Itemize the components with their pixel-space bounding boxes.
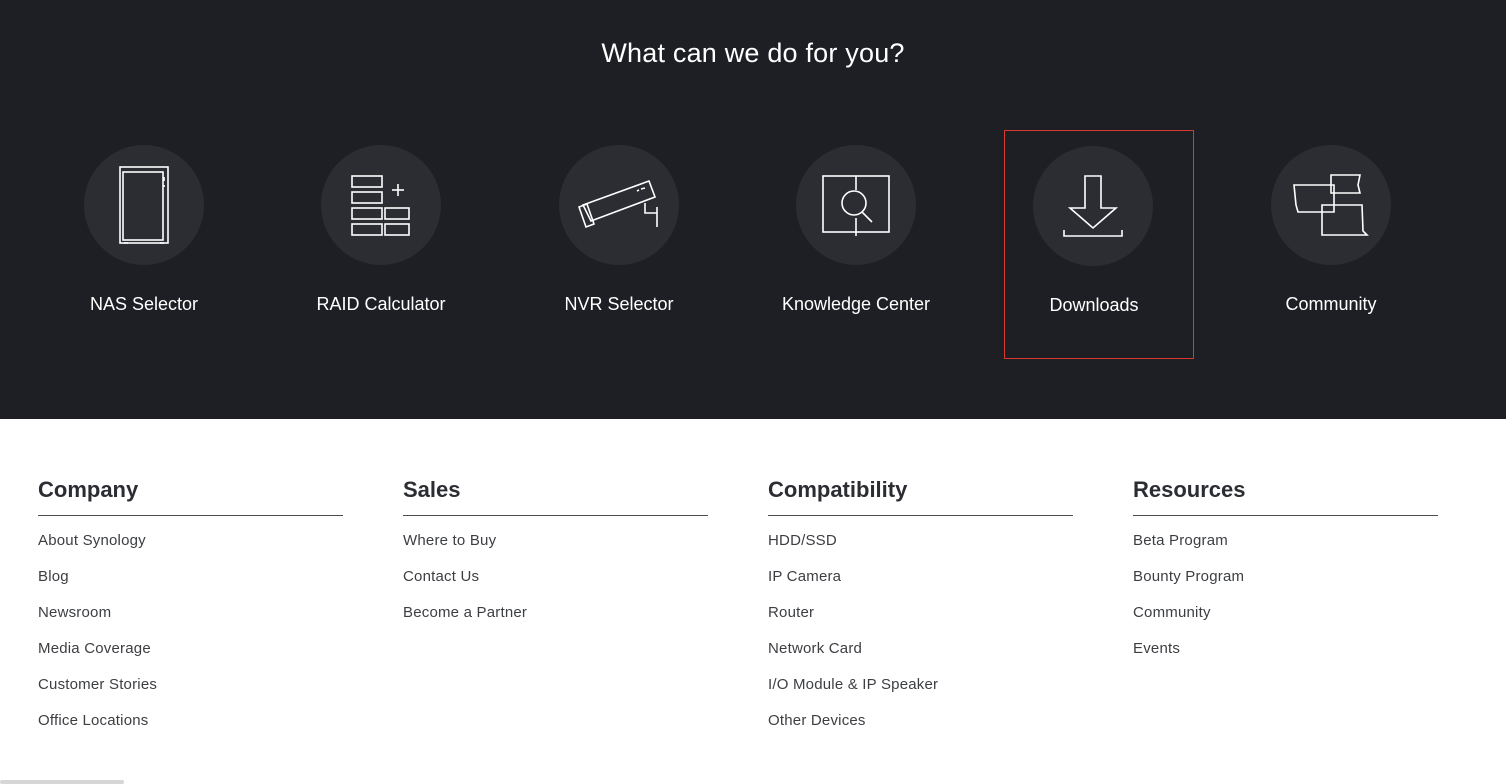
footer-link[interactable]: Community bbox=[1133, 604, 1211, 621]
nas-icon bbox=[84, 145, 204, 265]
footer-link[interactable]: Newsroom bbox=[38, 604, 111, 621]
footer-link[interactable]: Network Card bbox=[768, 640, 862, 657]
tool-label: Downloads bbox=[1049, 295, 1139, 315]
footer-link[interactable]: Beta Program bbox=[1133, 532, 1228, 549]
footer-link[interactable]: Events bbox=[1133, 640, 1180, 657]
nas-selector-link[interactable]: NAS Selector bbox=[49, 130, 239, 359]
footer-column-company: Company About Synology Blog Newsroom Med… bbox=[38, 476, 343, 744]
section-title: What can we do for you? bbox=[601, 38, 905, 68]
footer-heading: Company bbox=[38, 476, 343, 516]
footer-heading: Sales bbox=[403, 476, 708, 516]
book-search-icon bbox=[796, 145, 916, 265]
footer-column-compatibility: Compatibility HDD/SSD IP Camera Router N… bbox=[768, 476, 1073, 744]
footer-link[interactable]: Blog bbox=[38, 568, 69, 585]
horizontal-scrollbar[interactable] bbox=[0, 780, 124, 784]
footer-heading: Resources bbox=[1133, 476, 1438, 516]
download-icon bbox=[1033, 146, 1153, 266]
tool-label: NVR Selector bbox=[564, 294, 674, 314]
community-link[interactable]: Community bbox=[1236, 130, 1426, 359]
footer-link[interactable]: About Synology bbox=[38, 532, 146, 549]
footer-link[interactable]: Media Coverage bbox=[38, 640, 151, 657]
footer-link[interactable]: I/O Module & IP Speaker bbox=[768, 676, 938, 693]
tool-label: RAID Calculator bbox=[316, 294, 446, 314]
tool-label: NAS Selector bbox=[89, 294, 199, 314]
footer-link[interactable]: HDD/SSD bbox=[768, 532, 837, 549]
footer-link[interactable]: Contact Us bbox=[403, 568, 479, 585]
chat-bubbles-icon bbox=[1271, 145, 1391, 265]
tool-label: Knowledge Center bbox=[781, 294, 931, 314]
footer-link[interactable]: Customer Stories bbox=[38, 676, 157, 693]
footer-link[interactable]: Become a Partner bbox=[403, 604, 527, 621]
knowledge-center-link[interactable]: Knowledge Center bbox=[761, 130, 951, 359]
footer-link[interactable]: Where to Buy bbox=[403, 532, 496, 549]
raid-calculator-icon bbox=[321, 145, 441, 265]
footer-link[interactable]: Office Locations bbox=[38, 712, 149, 729]
footer-column-resources: Resources Beta Program Bounty Program Co… bbox=[1133, 476, 1438, 672]
tool-label: Community bbox=[1285, 294, 1377, 314]
footer-link[interactable]: Router bbox=[768, 604, 814, 621]
footer-link[interactable]: IP Camera bbox=[768, 568, 841, 585]
footer-heading: Compatibility bbox=[768, 476, 1073, 516]
raid-calculator-link[interactable]: RAID Calculator bbox=[286, 130, 476, 359]
footer-column-sales: Sales Where to Buy Contact Us Become a P… bbox=[403, 476, 708, 636]
surveillance-camera-icon bbox=[559, 145, 679, 265]
footer-link[interactable]: Bounty Program bbox=[1133, 568, 1244, 585]
tools-section: What can we do for you? NAS Selector RAI… bbox=[0, 0, 1506, 419]
nvr-selector-link[interactable]: NVR Selector bbox=[524, 130, 714, 359]
footer-link[interactable]: Other Devices bbox=[768, 712, 866, 729]
downloads-link[interactable]: Downloads bbox=[1004, 130, 1194, 359]
